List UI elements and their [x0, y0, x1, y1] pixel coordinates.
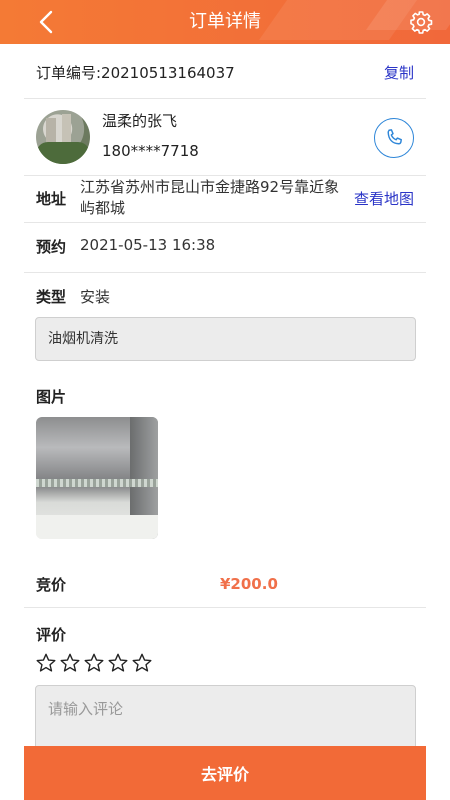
star-icon[interactable]: [83, 652, 105, 674]
star-icon[interactable]: [35, 652, 57, 674]
order-number-row: 订单编号:20210513164037 复制: [24, 58, 426, 88]
service-remark: 油烟机清洗: [35, 317, 416, 361]
type-value: 安装: [80, 288, 111, 306]
bid-label: 竞价: [36, 576, 67, 594]
address-row: 地址 江苏省苏州市昆山市金捷路92号靠近象屿都城 查看地图: [24, 176, 426, 222]
review-label: 评价: [36, 626, 67, 644]
appointment-value: 2021-05-13 16:38: [80, 236, 216, 254]
submit-review-button[interactable]: 去评价: [24, 746, 426, 800]
customer-name: 温柔的张飞: [102, 112, 178, 130]
star-icon[interactable]: [107, 652, 129, 674]
type-label: 类型: [36, 288, 67, 306]
view-map-link[interactable]: 查看地图: [354, 188, 414, 209]
call-button[interactable]: [374, 118, 414, 158]
header-bar: 订单详情: [0, 0, 450, 44]
gear-icon: [410, 11, 433, 34]
avatar: [36, 110, 90, 164]
settings-button[interactable]: [406, 7, 436, 37]
bid-value: ¥200.0: [220, 575, 278, 593]
page-title: 订单详情: [189, 11, 261, 32]
customer-phone: 180****7718: [102, 142, 199, 160]
copy-button[interactable]: 复制: [384, 58, 414, 88]
phone-icon: [387, 129, 402, 145]
customer-row: 温柔的张飞 180****7718: [24, 106, 426, 170]
order-number: 订单编号:20210513164037: [36, 64, 235, 82]
divider: [24, 222, 426, 223]
review-row: 评价: [24, 622, 426, 646]
bid-row: 竞价 ¥200.0: [24, 572, 426, 596]
star-icon[interactable]: [59, 652, 81, 674]
star-rating[interactable]: [35, 652, 153, 676]
appointment-label: 预约: [36, 238, 67, 256]
service-type-row: 类型 安装: [24, 282, 426, 312]
divider: [24, 98, 426, 99]
pictures-row: 图片: [24, 384, 426, 408]
star-icon[interactable]: [131, 652, 153, 674]
order-photo[interactable]: [36, 417, 158, 539]
divider: [24, 607, 426, 608]
divider: [24, 272, 426, 273]
appointment-row: 预约 2021-05-13 16:38: [24, 232, 426, 262]
address-value: 江苏省苏州市昆山市金捷路92号靠近象屿都城: [80, 178, 340, 217]
address-label: 地址: [36, 190, 67, 208]
pictures-label: 图片: [36, 388, 67, 406]
